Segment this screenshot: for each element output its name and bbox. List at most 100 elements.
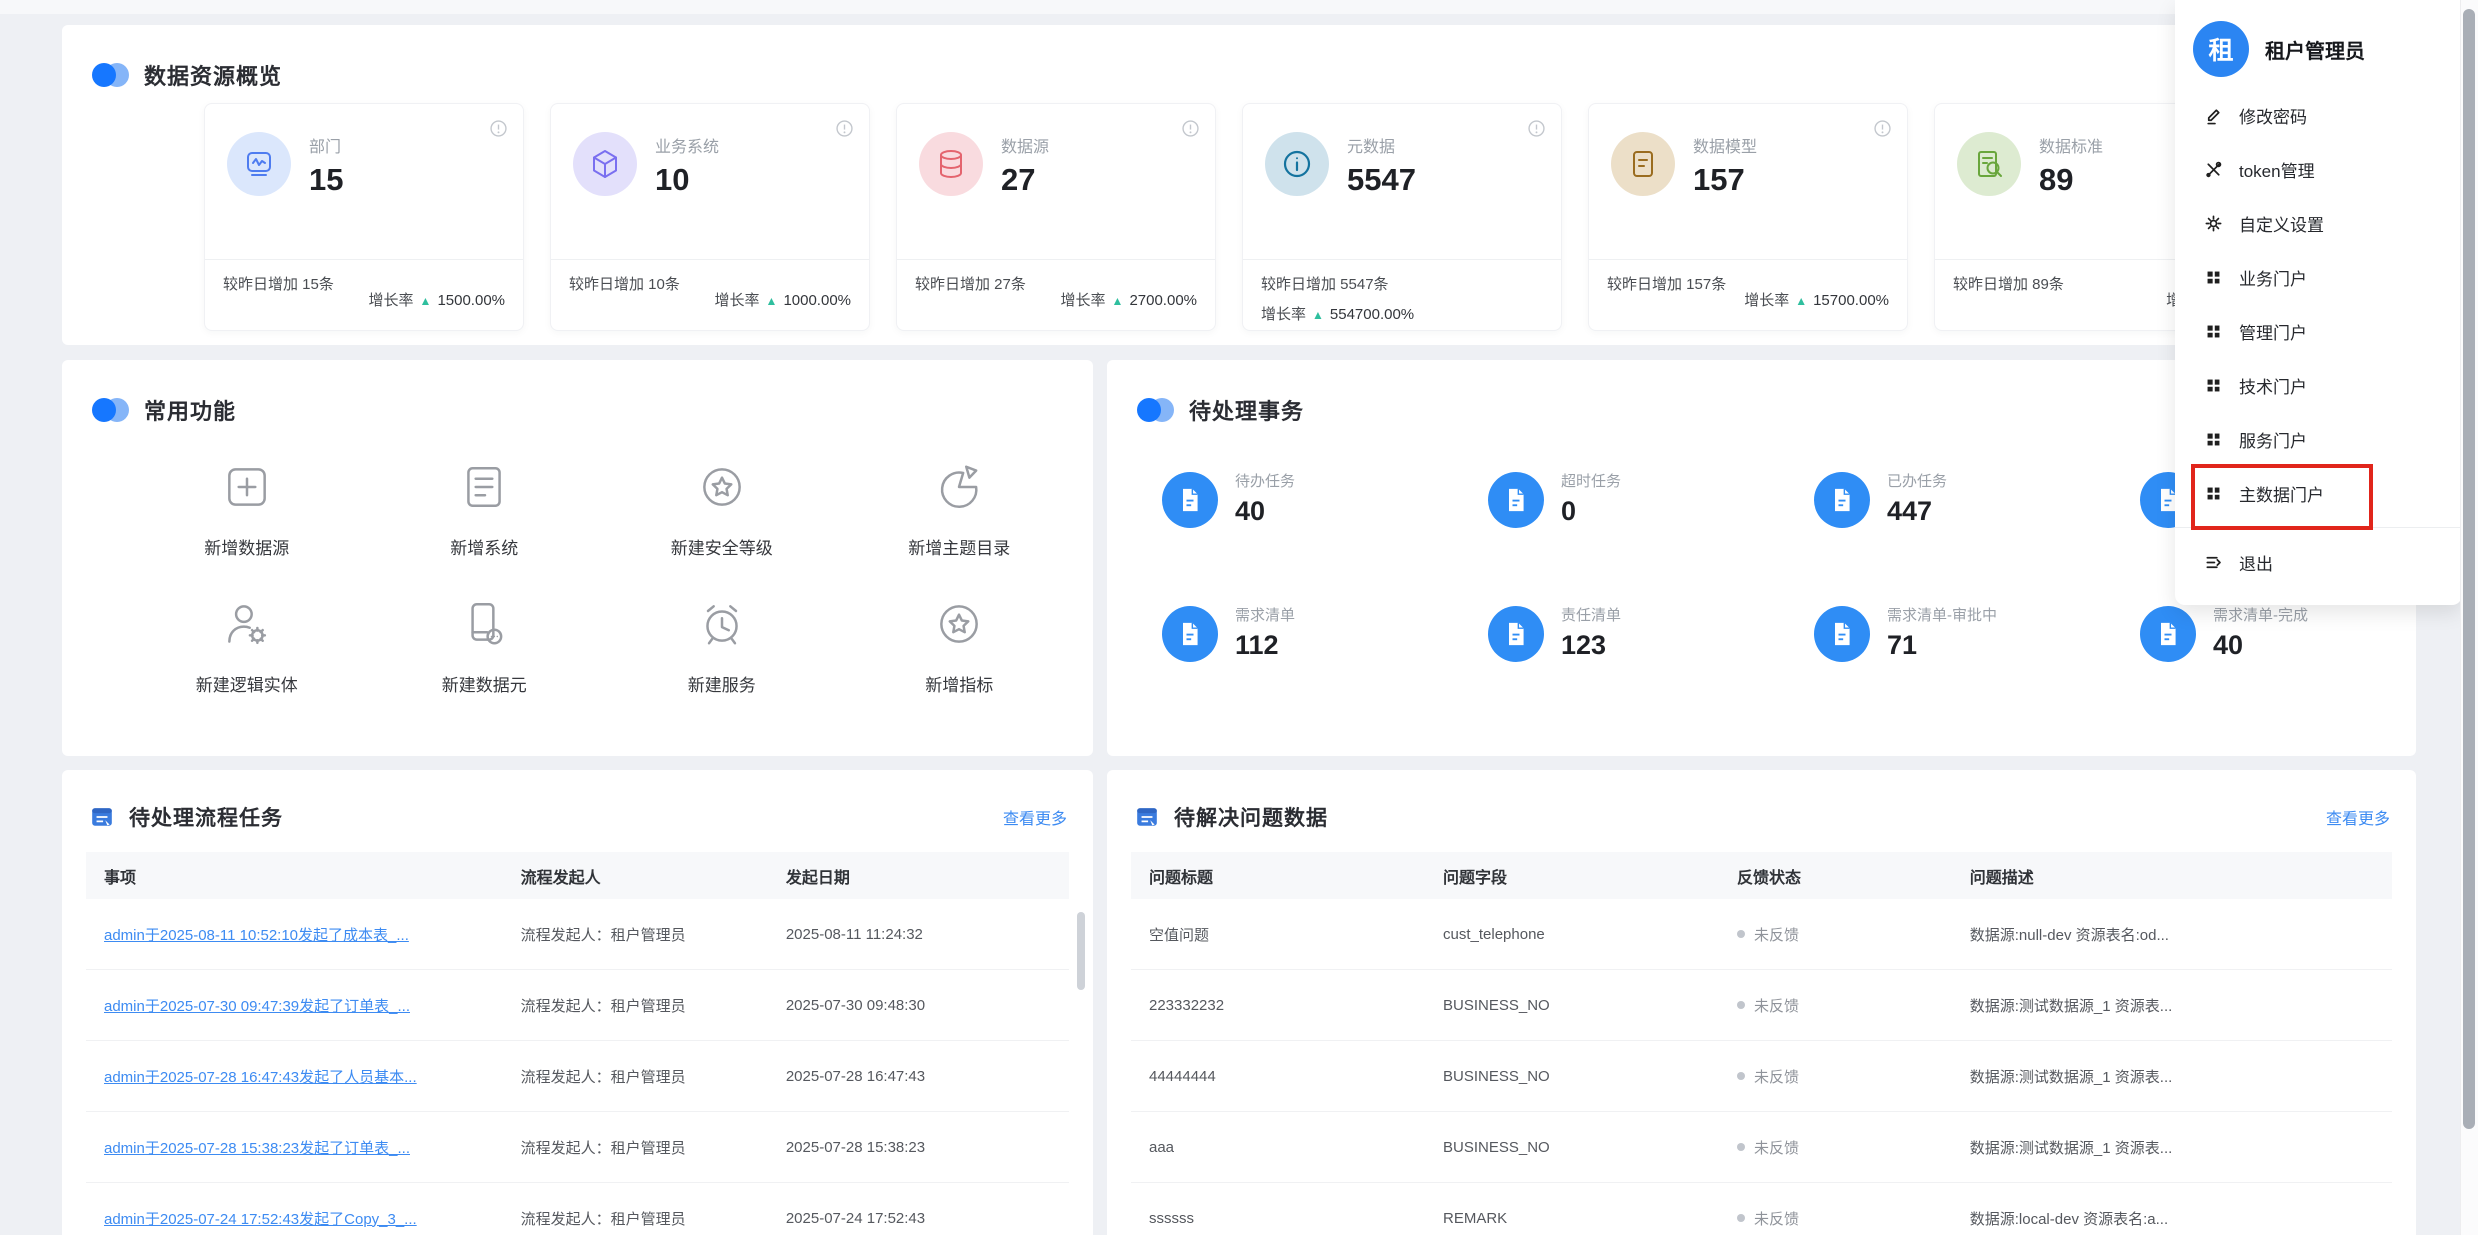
table-row: ssssss REMARK 未反馈 数据源:local-dev 资源表名:a..…	[1131, 1183, 2392, 1235]
task-link[interactable]: admin于2025-07-30 09:47:39发起了订单表_...	[104, 998, 410, 1015]
up-trend-icon: ▲	[420, 292, 432, 312]
todo-item-overtime-tasks[interactable]: 超时任务 0	[1488, 472, 1814, 606]
stat-label: 数据标准	[2039, 133, 2103, 157]
task-date: 2025-07-28 16:47:43	[786, 1068, 1051, 1085]
panel-problem-data: 待解决问题数据 查看更多 问题标题 问题字段 反馈状态 问题描述 空值问题 cu…	[1107, 770, 2416, 1235]
stat-card-data-model[interactable]: 数据模型 157 较昨日增加 157条 增长率▲15700.00%	[1588, 103, 1908, 331]
menu-item-technical-portal[interactable]: 技术门户	[2175, 358, 2462, 412]
todo-item-pending-tasks[interactable]: 待办任务 40	[1162, 472, 1488, 606]
table-scrollbar-thumb[interactable]	[1077, 912, 1085, 990]
function-label: 新增指标	[925, 671, 993, 696]
stat-label: 元数据	[1347, 133, 1416, 157]
todo-item-done-tasks[interactable]: 已办任务 447	[1814, 472, 2140, 606]
function-label: 新增数据源	[204, 534, 289, 559]
function-new-data-element[interactable]: 新建数据元	[366, 597, 604, 734]
view-more-link[interactable]: 查看更多	[2326, 805, 2390, 829]
tools-icon	[2202, 160, 2224, 179]
view-more-link[interactable]: 查看更多	[1003, 805, 1067, 829]
stat-value: 10	[655, 164, 719, 195]
function-label: 新建安全等级	[671, 534, 773, 559]
task-initiator: 流程发起人：租户管理员	[521, 1208, 786, 1229]
todo-item-demand-list[interactable]: 需求清单 112	[1162, 606, 1488, 740]
function-new-service[interactable]: 新建服务	[603, 597, 841, 734]
gear-icon	[2202, 214, 2224, 233]
function-add-subject-catalog[interactable]: 新增主题目录	[841, 460, 1079, 597]
function-add-indicator[interactable]: 新增指标	[841, 597, 1079, 734]
task-link[interactable]: admin于2025-07-28 15:38:23发起了订单表_...	[104, 1140, 410, 1157]
user-gear-icon	[220, 597, 274, 656]
pencil-icon	[2202, 106, 2224, 125]
task-initiator: 流程发起人：租户管理员	[521, 995, 786, 1016]
column-header: 问题描述	[1970, 864, 2374, 888]
todo-value: 40	[1235, 496, 1353, 527]
menu-item-token-management[interactable]: token管理	[2175, 142, 2462, 196]
info-icon[interactable]	[1874, 120, 1891, 142]
up-trend-icon: ▲	[1312, 306, 1324, 326]
task-date: 2025-07-30 09:48:30	[786, 997, 1051, 1014]
avatar: 租	[2193, 21, 2249, 77]
growth-text: 较昨日增加 157条	[1607, 273, 1726, 330]
table-row: admin于2025-08-11 10:52:10发起了成本表_... 流程发起…	[86, 899, 1069, 970]
growth-text: 较昨日增加 5547条	[1261, 273, 1389, 302]
problem-desc: 数据源:测试数据源_1 资源表...	[1970, 1137, 2374, 1158]
todo-item-responsibility-list[interactable]: 责任清单 123	[1488, 606, 1814, 740]
task-link[interactable]: admin于2025-07-28 16:47:43发起了人员基本...	[104, 1069, 417, 1086]
star-circle-icon	[932, 597, 986, 656]
stat-card-department[interactable]: 部门 15 较昨日增加 15条 增长率▲1500.00%	[204, 103, 524, 331]
alarm-clock-icon	[695, 597, 749, 656]
status-dot-icon	[1737, 1001, 1745, 1009]
task-link[interactable]: admin于2025-07-24 17:52:43发起了Copy_3_...	[104, 1211, 417, 1228]
todo-item-demand-list-approving[interactable]: 需求清单-审批中 71	[1814, 606, 2140, 740]
stat-label: 部门	[309, 133, 343, 157]
menu-item-business-portal[interactable]: 业务门户	[2175, 250, 2462, 304]
menu-item-management-portal[interactable]: 管理门户	[2175, 304, 2462, 358]
menu-item-change-password[interactable]: 修改密码	[2175, 88, 2462, 142]
stat-card-business-system[interactable]: 业务系统 10 较昨日增加 10条 增长率▲1000.00%	[550, 103, 870, 331]
status-dot-icon	[1737, 1072, 1745, 1080]
stat-card-data-source[interactable]: 数据源 27 较昨日增加 27条 增长率▲2700.00%	[896, 103, 1216, 331]
function-add-data-source[interactable]: 新增数据源	[128, 460, 366, 597]
function-label: 新建数据元	[442, 671, 527, 696]
note-icon	[90, 805, 114, 829]
task-link[interactable]: admin于2025-08-11 10:52:10发起了成本表_...	[104, 927, 409, 944]
section-title: 待处理事务	[1189, 394, 1304, 426]
process-table: 事项 流程发起人 发起日期 admin于2025-08-11 10:52:10发…	[86, 852, 1069, 1235]
todo-label: 责任清单	[1561, 606, 1679, 626]
info-icon[interactable]	[836, 120, 853, 142]
info-icon[interactable]	[1182, 120, 1199, 142]
menu-item-logout[interactable]: 退出	[2175, 535, 2462, 589]
growth-label: 增长率	[1061, 289, 1106, 314]
stat-card-metadata[interactable]: 元数据 5547 较昨日增加 5547条 增长率▲554700.00%	[1242, 103, 1562, 331]
problem-field: cust_telephone	[1443, 926, 1737, 943]
growth-text: 较昨日增加 89条	[1953, 273, 2064, 330]
growth-value: 15700.00%	[1813, 289, 1889, 314]
stat-value: 5547	[1347, 164, 1416, 195]
menu-item-service-portal[interactable]: 服务门户	[2175, 412, 2462, 466]
document-badge-icon	[1162, 606, 1218, 662]
table-row: admin于2025-07-30 09:47:39发起了订单表_... 流程发起…	[86, 970, 1069, 1041]
todo-label: 已办任务	[1887, 472, 2005, 492]
stat-growth: 较昨日增加 157条 增长率▲15700.00%	[1589, 259, 1907, 330]
page-scrollbar[interactable]	[2460, 0, 2478, 1235]
todo-item-demand-list-finished[interactable]: 需求清单-完成 40	[2140, 606, 2466, 740]
info-icon[interactable]	[490, 120, 507, 142]
database-icon	[919, 132, 983, 196]
table-title-text: 待处理流程任务	[129, 802, 283, 832]
column-header: 流程发起人	[521, 864, 786, 888]
function-new-security-level[interactable]: 新建安全等级	[603, 460, 841, 597]
info-icon[interactable]	[1528, 120, 1545, 142]
menu-item-custom-settings[interactable]: 自定义设置	[2175, 196, 2462, 250]
user-header: 租 租户管理员	[2175, 0, 2462, 88]
growth-value: 2700.00%	[1129, 289, 1197, 314]
panel-data-overview: 数据资源概览 部门 15 较昨日增加 15条 增长	[62, 25, 2416, 345]
column-header: 反馈状态	[1737, 864, 1970, 888]
menu-item-label: 主数据门户	[2239, 481, 2324, 506]
growth-text: 较昨日增加 15条	[223, 273, 334, 330]
function-add-system[interactable]: 新增系统	[366, 460, 604, 597]
menu-item-master-data-portal[interactable]: 主数据门户	[2175, 466, 2462, 520]
function-new-logical-entity[interactable]: 新建逻辑实体	[128, 597, 366, 734]
scrollbar-thumb[interactable]	[2463, 9, 2475, 1129]
section-dots-icon	[92, 63, 128, 87]
menu-item-label: 自定义设置	[2239, 211, 2324, 236]
logout-icon	[2202, 553, 2224, 572]
